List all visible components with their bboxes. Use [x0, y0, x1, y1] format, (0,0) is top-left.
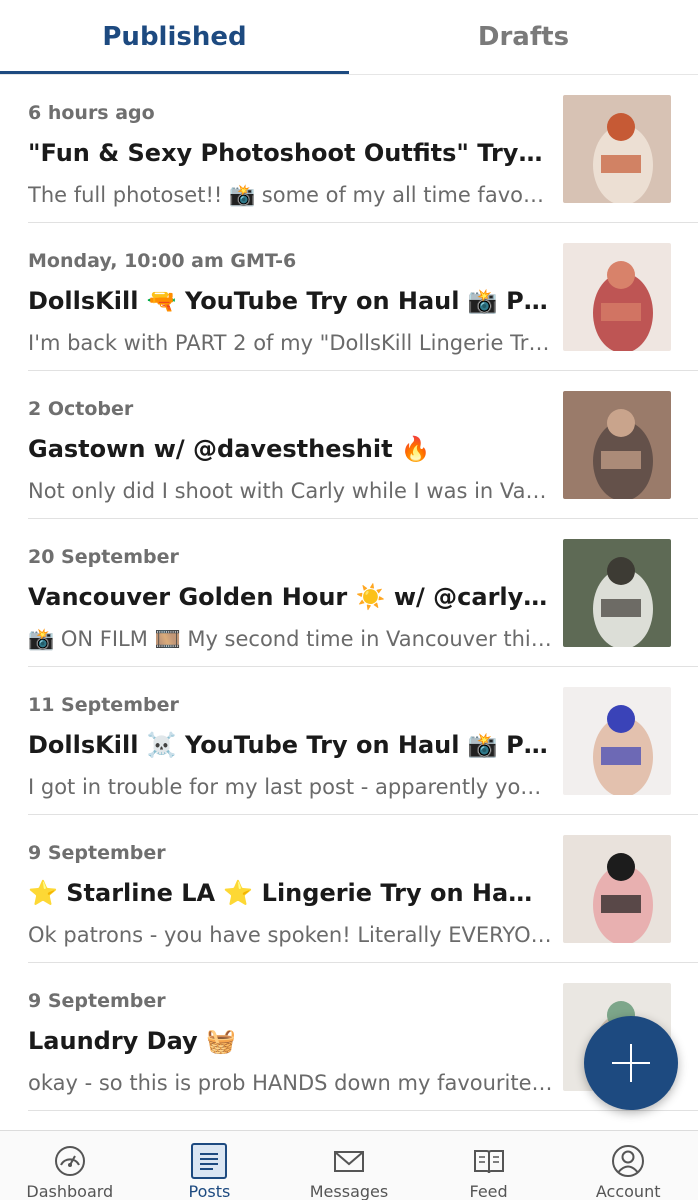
post-excerpt: Not only did I shoot with Carly while I …: [28, 479, 554, 503]
post-date: 2 October: [28, 398, 134, 420]
post-thumbnail[interactable]: [563, 95, 671, 203]
post-excerpt: The full photoset!! 📸 some of my all tim…: [28, 183, 554, 207]
post-thumbnail[interactable]: [563, 687, 671, 795]
user-avatar-icon: [610, 1143, 646, 1179]
tab-published[interactable]: Published: [0, 0, 349, 74]
post-item[interactable]: 9 September ⭐ Starline LA ⭐ Lingerie Try…: [0, 815, 698, 963]
nav-dashboard[interactable]: Dashboard: [0, 1131, 140, 1200]
post-excerpt: Ok patrons - you have spoken! Literally …: [28, 923, 554, 947]
nav-feed[interactable]: Feed: [419, 1131, 559, 1200]
nav-label: Messages: [309, 1182, 389, 1200]
post-item[interactable]: 20 September Vancouver Golden Hour ☀️ w/…: [0, 519, 698, 667]
post-item[interactable]: 2 October Gastown w/ @davestheshit 🔥 Not…: [0, 371, 698, 519]
post-date: 9 September: [28, 842, 166, 864]
active-tab-indicator: [0, 71, 349, 74]
post-thumbnail[interactable]: [563, 539, 671, 647]
open-book-icon: [471, 1143, 507, 1179]
nav-label: Dashboard: [26, 1182, 114, 1200]
post-thumbnail[interactable]: [563, 391, 671, 499]
post-date: 20 September: [28, 546, 179, 568]
tab-bar: Published Drafts: [0, 0, 698, 75]
nav-label: Feed: [469, 1182, 508, 1200]
post-date: 9 September: [28, 990, 166, 1012]
post-title: Gastown w/ @davestheshit 🔥: [28, 435, 431, 463]
nav-label: Posts: [188, 1182, 231, 1200]
post-date: 6 hours ago: [28, 102, 155, 124]
post-item[interactable]: Monday, 10:00 am GMT-6 DollsKill 🔫 YouTu…: [0, 223, 698, 371]
post-item[interactable]: 11 September DollsKill ☠️ YouTube Try on…: [0, 667, 698, 815]
post-date: Monday, 10:00 am GMT-6: [28, 250, 297, 272]
nav-account[interactable]: Account: [558, 1131, 698, 1200]
bottom-navigation: Dashboard Posts Messages Feed Account: [0, 1130, 698, 1200]
nav-posts[interactable]: Posts: [140, 1131, 280, 1200]
tab-drafts[interactable]: Drafts: [349, 0, 698, 74]
post-title: DollsKill 🔫 YouTube Try on Haul 📸 Photos…: [28, 287, 548, 315]
post-title: Laundry Day 🧺: [28, 1027, 236, 1055]
post-excerpt: okay - so this is prob HANDS down my fav…: [28, 1071, 554, 1095]
post-list: 6 hours ago "Fun & Sexy Photoshoot Outfi…: [0, 75, 698, 1130]
post-date: 11 September: [28, 694, 179, 716]
post-title: ⭐ Starline LA ⭐ Lingerie Try on Haul 📸: [28, 879, 548, 907]
post-title: Vancouver Golden Hour ☀️ w/ @carlyhopkin…: [28, 583, 548, 611]
dashboard-gauge-icon: [52, 1143, 88, 1179]
post-excerpt: I got in trouble for my last post - appa…: [28, 775, 554, 799]
envelope-icon: [331, 1143, 367, 1179]
posts-document-icon: [191, 1143, 227, 1179]
new-post-button[interactable]: [584, 1016, 678, 1110]
nav-label: Account: [595, 1182, 661, 1200]
post-excerpt: 📸 ON FILM 🎞️ My second time in Vancouver…: [28, 627, 554, 651]
post-excerpt: I'm back with PART 2 of my "DollsKill Li…: [28, 331, 554, 355]
post-thumbnail[interactable]: [563, 835, 671, 943]
nav-messages[interactable]: Messages: [279, 1131, 419, 1200]
plus-icon: [612, 1044, 650, 1082]
post-title: DollsKill ☠️ YouTube Try on Haul 📸 Photo…: [28, 731, 548, 759]
post-thumbnail[interactable]: [563, 243, 671, 351]
post-item[interactable]: 6 hours ago "Fun & Sexy Photoshoot Outfi…: [0, 75, 698, 223]
divider: [28, 1110, 698, 1111]
post-title: "Fun & Sexy Photoshoot Outfits" Try On H…: [28, 139, 548, 167]
